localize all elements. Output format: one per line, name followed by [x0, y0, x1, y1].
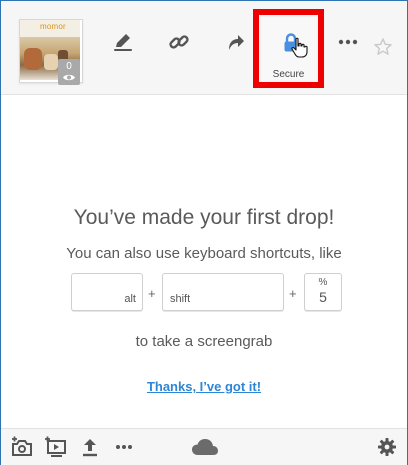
key-shift-label: shift — [170, 293, 191, 305]
camera-add-icon[interactable] — [10, 435, 34, 459]
star-icon[interactable] — [369, 33, 397, 61]
thumbnail-caption: momor — [40, 22, 66, 31]
plus-sign: + — [289, 286, 297, 301]
app-window: momor 0 Secure You’ve made your first dr… — [0, 0, 408, 465]
bottom-toolbar — [1, 428, 407, 465]
key-5-label: 5 — [319, 289, 327, 305]
view-count: 0 — [66, 61, 72, 72]
plus-sign: + — [148, 286, 156, 301]
link-icon[interactable] — [165, 28, 193, 56]
key-shift: shift — [162, 273, 284, 311]
main-content: You’ve made your first drop! You can als… — [1, 95, 407, 428]
view-count-badge: 0 — [58, 59, 80, 85]
thumbnail-shape — [24, 48, 42, 70]
key-alt: alt — [71, 273, 143, 311]
more-dots-icon[interactable] — [334, 28, 362, 56]
pen-icon[interactable] — [109, 28, 137, 56]
upload-icon[interactable] — [78, 435, 102, 459]
share-arrow-icon[interactable] — [221, 28, 249, 56]
thumbnail-shape — [44, 54, 58, 70]
key-alt-label: alt — [124, 293, 136, 305]
hand-cursor-icon — [291, 37, 308, 58]
eye-icon — [63, 74, 75, 81]
shortcut-hint-text: You can also use keyboard shortcuts, lik… — [66, 245, 342, 262]
cloud-icon[interactable] — [191, 435, 219, 459]
first-drop-heading: You’ve made your first drop! — [73, 206, 335, 229]
more-dots-icon[interactable] — [112, 435, 136, 459]
gear-icon[interactable] — [375, 435, 399, 459]
secure-button[interactable]: Secure — [253, 9, 324, 88]
secure-button-inner: Secure — [261, 17, 316, 80]
dismiss-link[interactable]: Thanks, I’ve got it! — [1, 379, 407, 394]
secure-label: Secure — [272, 69, 305, 80]
top-toolbar: momor 0 Secure — [1, 1, 407, 95]
screen-record-icon[interactable] — [44, 435, 68, 459]
screengrab-text: to take a screengrab — [135, 333, 273, 350]
key-5-shift-label: % — [318, 277, 328, 288]
key-5: % 5 — [304, 273, 342, 311]
